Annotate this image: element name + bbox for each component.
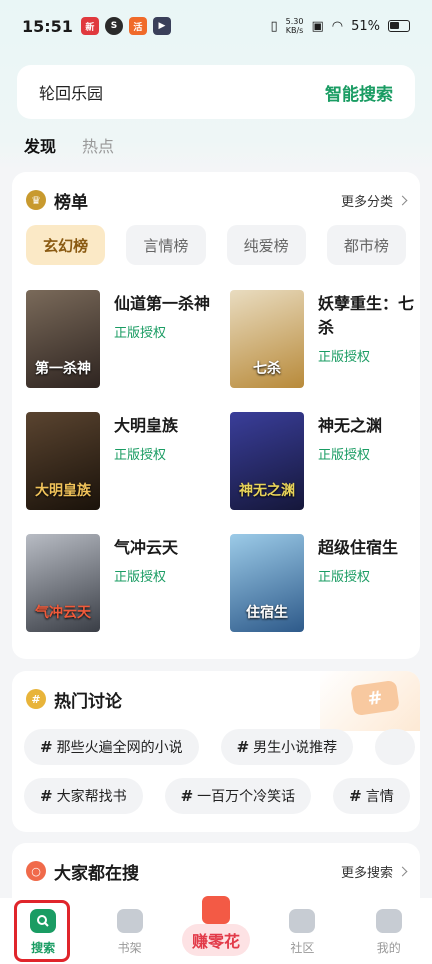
topic-row: # 那些火遍全网的小说 # 男生小说推荐 bbox=[24, 729, 416, 765]
license-tag: 正版授权 bbox=[318, 448, 371, 463]
book-cover[interactable]: 第一杀神 bbox=[26, 290, 100, 388]
status-indicators: ▯ 5.30 KB/s ▣ ◠ 51% bbox=[270, 17, 410, 35]
search-bar[interactable]: 轮回乐园 智能搜索 bbox=[17, 65, 415, 119]
category-dushi[interactable]: 都市榜 bbox=[326, 225, 406, 265]
search-icon: ○ bbox=[26, 861, 46, 881]
nav-mine[interactable]: 我的 bbox=[359, 909, 419, 956]
category-chunai[interactable]: 纯爱榜 bbox=[226, 225, 306, 265]
search-input[interactable]: 轮回乐园 bbox=[39, 80, 325, 104]
hot-discussion-title: 热门讨论 bbox=[54, 691, 122, 712]
topic-chip[interactable]: # 那些火遍全网的小说 bbox=[24, 729, 199, 765]
battery-icon bbox=[388, 20, 410, 32]
book-item[interactable]: 第一杀神 仙道第一杀神 正版授权 bbox=[26, 290, 216, 388]
nav-earn[interactable]: 赚零花 bbox=[181, 896, 250, 956]
category-yanqing[interactable]: 言情榜 bbox=[126, 225, 206, 265]
app-notification-icon: S bbox=[104, 17, 123, 35]
topic-chip[interactable]: # 一百万个冷笑话 bbox=[164, 778, 312, 814]
topic-chip[interactable]: # 男生小说推荐 bbox=[220, 729, 354, 765]
license-tag: 正版授权 bbox=[114, 448, 167, 463]
book-title[interactable]: 气冲云天 bbox=[114, 536, 214, 560]
wifi-icon: ◠ bbox=[331, 18, 344, 34]
license-tag: 正版授权 bbox=[114, 570, 167, 585]
nav-bookshelf[interactable]: 书架 bbox=[100, 909, 160, 956]
ranking-title: 榜单 bbox=[54, 192, 88, 213]
book-cover[interactable]: 大明皇族 bbox=[26, 412, 100, 510]
sim-icon: ▣ bbox=[311, 18, 324, 34]
license-tag: 正版授权 bbox=[318, 350, 371, 365]
everyone-searching-title: 大家都在搜 bbox=[54, 863, 139, 884]
feed-tabs: 发现 热点 bbox=[24, 133, 114, 157]
book-title[interactable]: 超级住宿生 bbox=[318, 536, 418, 560]
book-item[interactable]: 七杀 妖孽重生：七杀 正版授权 bbox=[230, 290, 420, 388]
hot-decoration: # bbox=[320, 671, 420, 731]
book-item[interactable]: 大明皇族 大明皇族 正版授权 bbox=[26, 412, 216, 510]
book-item[interactable]: 气冲云天 气冲云天 正版授权 bbox=[26, 534, 216, 632]
status-time: 15:51 bbox=[22, 16, 73, 36]
everyone-searching-header: ○ 大家都在搜 更多搜索 bbox=[12, 843, 420, 884]
hot-discussion-card: # # 热门讨论 # 那些火遍全网的小说 # 男生小说推荐 # 大家帮找书 # 一百万个… bbox=[12, 671, 420, 832]
hashtag-icon: # bbox=[350, 679, 400, 717]
app-notification-icon: 新 bbox=[80, 17, 99, 35]
ranking-header: ♛ 榜单 更多分类 bbox=[12, 172, 420, 213]
more-categories-link[interactable]: 更多分类 bbox=[341, 191, 408, 210]
nav-community[interactable]: 社区 bbox=[272, 909, 332, 956]
app-notification-icon: 活 bbox=[128, 17, 147, 35]
community-icon bbox=[289, 909, 316, 933]
ranking-categories: 玄幻榜 言情榜 纯爱榜 都市榜 bbox=[12, 225, 420, 265]
book-item[interactable]: 住宿生 超级住宿生 正版授权 bbox=[230, 534, 420, 632]
book-cover[interactable]: 住宿生 bbox=[230, 534, 304, 632]
license-tag: 正版授权 bbox=[318, 570, 371, 585]
book-title[interactable]: 妖孽重生：七杀 bbox=[318, 292, 418, 340]
topic-row: # 大家帮找书 # 一百万个冷笑话 # 言情 bbox=[24, 778, 410, 814]
license-tag: 正版授权 bbox=[114, 326, 167, 341]
highlight-box bbox=[14, 900, 70, 962]
bookshelf-icon bbox=[116, 909, 143, 933]
book-item[interactable]: 神无之渊 神无之渊 正版授权 bbox=[230, 412, 420, 510]
red-envelope-icon bbox=[201, 896, 230, 924]
book-title[interactable]: 大明皇族 bbox=[114, 414, 214, 438]
status-bar: 15:51 新 S 活 ▶ ▯ 5.30 KB/s ▣ ◠ 51% bbox=[0, 0, 432, 52]
ranking-card: ♛ 榜单 更多分类 玄幻榜 言情榜 纯爱榜 都市榜 第一杀神 仙道第一杀神 正版… bbox=[12, 172, 420, 659]
topic-chip[interactable]: # 言情 bbox=[333, 778, 410, 814]
book-title[interactable]: 仙道第一杀神 bbox=[114, 292, 214, 316]
topic-chip[interactable] bbox=[375, 729, 416, 765]
trophy-icon: ♛ bbox=[26, 190, 46, 210]
vibrate-icon: ▯ bbox=[270, 18, 278, 34]
hashtag-icon: # bbox=[26, 689, 46, 709]
book-cover[interactable]: 七杀 bbox=[230, 290, 304, 388]
chevron-right-icon bbox=[397, 866, 408, 876]
net-speed: 5.30 KB/s bbox=[285, 17, 304, 35]
app-notification-icon: ▶ bbox=[152, 17, 171, 35]
book-cover[interactable]: 气冲云天 bbox=[26, 534, 100, 632]
book-cover[interactable]: 神无之渊 bbox=[230, 412, 304, 510]
topic-chip[interactable]: # 大家帮找书 bbox=[24, 778, 143, 814]
battery-percent: 51% bbox=[351, 18, 380, 34]
profile-icon bbox=[375, 909, 402, 933]
earn-button[interactable]: 赚零花 bbox=[180, 896, 252, 956]
book-title[interactable]: 神无之渊 bbox=[318, 414, 418, 438]
smart-search-button[interactable]: 智能搜索 bbox=[325, 80, 393, 105]
category-xuanhuan[interactable]: 玄幻榜 bbox=[26, 225, 106, 265]
chevron-right-icon bbox=[397, 195, 408, 205]
tab-discover[interactable]: 发现 bbox=[24, 133, 56, 157]
more-searches-link[interactable]: 更多搜索 bbox=[341, 862, 408, 881]
tab-hot[interactable]: 热点 bbox=[82, 133, 114, 157]
